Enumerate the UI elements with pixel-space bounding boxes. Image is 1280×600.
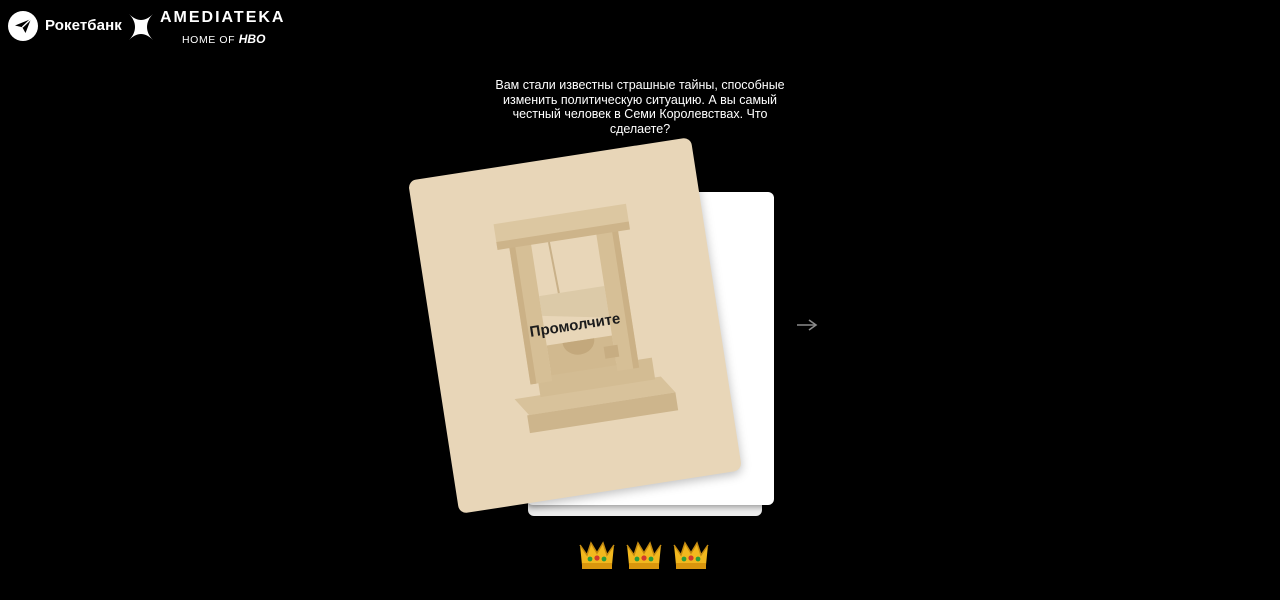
amediateka-tagline: HOME OF HBO [182, 32, 265, 46]
amediateka-name: AMEDIATEKA [160, 9, 286, 26]
quiz-page: Рокетбанк AMEDIATEKA HOME OF HBO Вам ста… [0, 0, 1280, 600]
hbo-logo: HBO [238, 32, 266, 46]
crown-icon [673, 541, 709, 569]
tagline-prefix: HOME OF [182, 34, 236, 46]
rocketbank-logo-icon [8, 11, 38, 41]
rocketbank-name: Рокетбанк [45, 17, 122, 34]
question-text: Вам стали известны страшные тайны, спосо… [495, 78, 785, 136]
arrow-right-icon[interactable] [795, 317, 819, 333]
crown-icon [626, 541, 662, 569]
lives-indicator [577, 537, 717, 571]
crown-icon [579, 541, 615, 569]
collaboration-cross-icon [129, 14, 153, 40]
answer-card[interactable]: Промолчите [407, 137, 743, 514]
